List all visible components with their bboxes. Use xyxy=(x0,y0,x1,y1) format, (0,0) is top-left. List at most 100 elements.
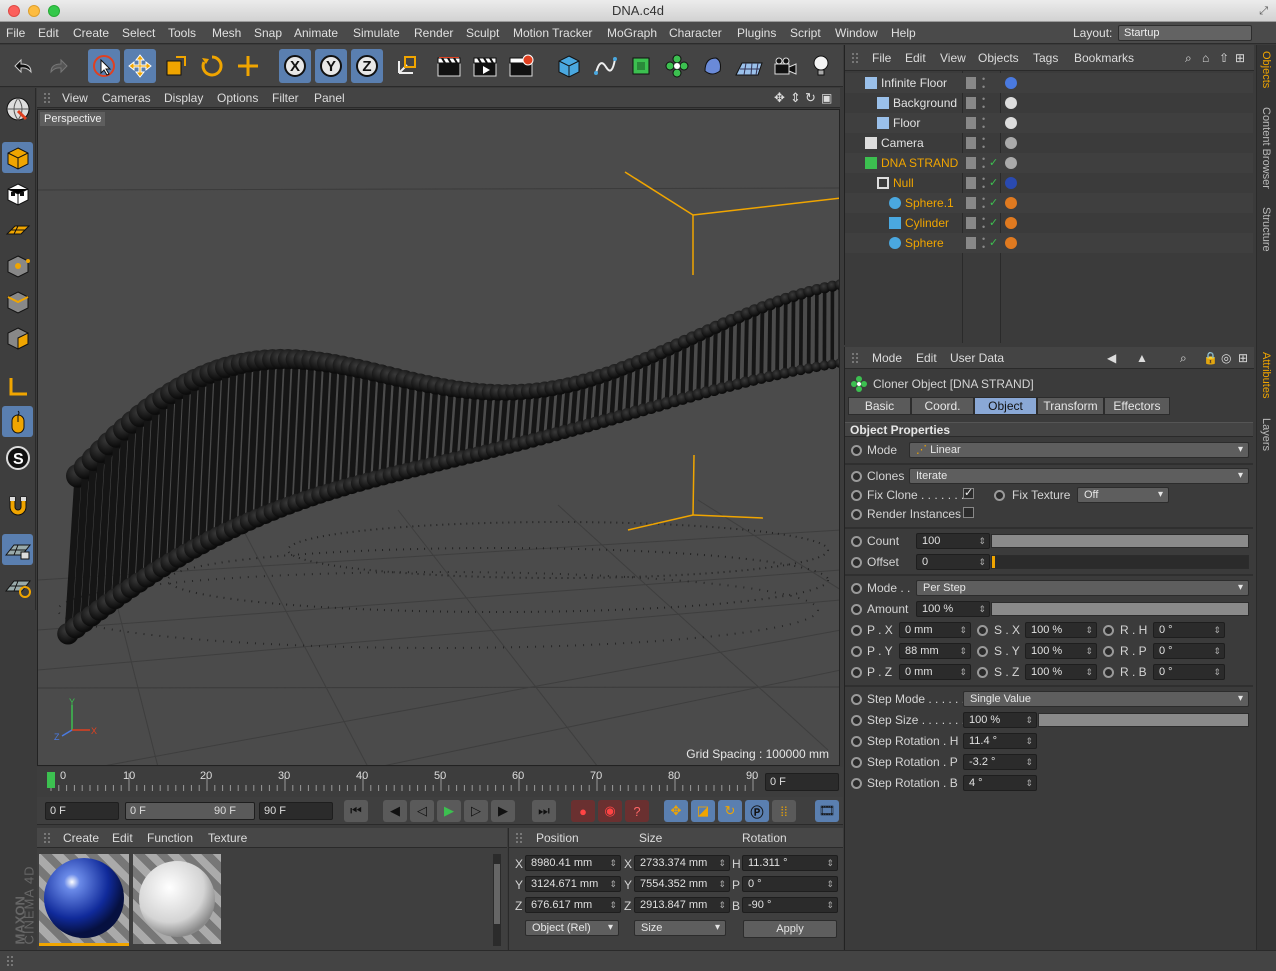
enabled-check-icon[interactable]: ✓ xyxy=(989,233,998,253)
pos-z-field[interactable]: 676.617 mm xyxy=(525,897,621,913)
attr-target-icon[interactable]: ◎ xyxy=(1221,347,1231,369)
amount-slider[interactable] xyxy=(991,602,1249,616)
close-window-button[interactable] xyxy=(8,5,20,17)
menu-motion-tracker[interactable]: Motion Tracker xyxy=(513,22,592,44)
menu-character[interactable]: Character xyxy=(669,22,722,44)
fix-clone-anim-radio[interactable] xyxy=(851,490,862,501)
rb-field[interactable]: 0 ° xyxy=(1153,664,1225,680)
om-menu-objects[interactable]: Objects xyxy=(978,45,1019,71)
object-row[interactable]: Cylinder • • ✓ xyxy=(845,213,1253,233)
amount-anim-radio[interactable] xyxy=(851,604,862,615)
step-rot-h-anim-radio[interactable] xyxy=(851,736,862,747)
attr-menu-userdata[interactable]: User Data xyxy=(950,347,1004,369)
tag-icon[interactable] xyxy=(1005,157,1017,169)
menu-snap[interactable]: Snap xyxy=(254,22,282,44)
viewport-move-icon[interactable]: ✥ xyxy=(774,88,785,108)
key-point-level-button[interactable]: ⁞⁞ xyxy=(772,800,796,822)
tag-icon[interactable] xyxy=(1005,97,1017,109)
visibility-dots-icon[interactable]: • • xyxy=(982,175,985,192)
tag-icon[interactable] xyxy=(1005,177,1017,189)
visibility-dots-icon[interactable]: • • xyxy=(982,155,985,172)
add-light-button[interactable] xyxy=(805,49,837,83)
tab-coord[interactable]: Coord. xyxy=(911,397,974,415)
key-position-button[interactable]: ✥ xyxy=(664,800,688,822)
step-rot-p-anim-radio[interactable] xyxy=(851,757,862,768)
key-parameter-button[interactable]: Ⓟ xyxy=(745,800,769,822)
side-tab-structure[interactable]: Structure xyxy=(1260,207,1272,252)
menu-mograph[interactable]: MoGraph xyxy=(607,22,657,44)
tab-basic[interactable]: Basic xyxy=(848,397,911,415)
panel-grip-icon[interactable] xyxy=(851,52,859,64)
panel-grip-icon[interactable] xyxy=(43,832,51,844)
sy-anim-radio[interactable] xyxy=(977,646,988,657)
panel-grip-icon[interactable] xyxy=(6,955,14,967)
visibility-dots-icon[interactable]: • • xyxy=(982,215,985,232)
rot-h-field[interactable]: 11.311 ° xyxy=(742,855,838,871)
panel-grip-icon[interactable] xyxy=(515,832,523,844)
sy-field[interactable]: 100 % xyxy=(1025,643,1097,659)
pz-anim-radio[interactable] xyxy=(851,667,862,678)
render-instances-checkbox[interactable] xyxy=(963,507,974,518)
previous-key-button[interactable]: ◀ xyxy=(383,800,407,822)
panel-grip-icon[interactable] xyxy=(43,92,51,104)
mode2-dropdown[interactable]: Per Step xyxy=(916,580,1249,596)
tag-icon[interactable] xyxy=(1005,77,1017,89)
start-frame-field[interactable]: 0 F xyxy=(45,802,119,820)
layer-swatch-icon[interactable] xyxy=(966,197,976,209)
step-rot-b-field[interactable]: 4 ° xyxy=(963,775,1037,791)
add-camera-button[interactable] xyxy=(769,49,801,83)
transform-tool[interactable] xyxy=(232,49,264,83)
enabled-check-icon[interactable]: ✓ xyxy=(989,173,998,193)
size-x-field[interactable]: 2733.374 mm xyxy=(634,855,730,871)
add-deformer-button[interactable] xyxy=(697,49,729,83)
object-row[interactable]: Background • • xyxy=(845,93,1253,113)
enabled-check-icon[interactable]: ✓ xyxy=(989,193,998,213)
render-instances-anim-radio[interactable] xyxy=(851,509,862,520)
attr-newpanel-icon[interactable]: ⊞ xyxy=(1238,347,1248,369)
material-swatch-white[interactable] xyxy=(133,854,221,944)
vp-menu-filter[interactable]: Filter xyxy=(272,88,299,108)
attr-lock-icon[interactable]: 🔒 xyxy=(1203,347,1218,369)
step-size-field[interactable]: 100 % xyxy=(963,712,1037,728)
tab-transform[interactable]: Transform xyxy=(1037,397,1104,415)
rp-field[interactable]: 0 ° xyxy=(1153,643,1225,659)
move-tool[interactable] xyxy=(124,49,156,83)
step-size-slider[interactable] xyxy=(1038,713,1249,727)
viewport-toggle-icon[interactable]: ▣ xyxy=(821,88,832,108)
py-field[interactable]: 88 mm xyxy=(899,643,971,659)
pz-field[interactable]: 0 mm xyxy=(899,664,971,680)
add-spline-button[interactable] xyxy=(589,49,621,83)
scale-tool[interactable] xyxy=(160,49,192,83)
size-mode-dropdown[interactable]: Size xyxy=(634,920,726,936)
rb-anim-radio[interactable] xyxy=(1103,667,1114,678)
tag-icon[interactable] xyxy=(1005,237,1017,249)
attr-menu-mode[interactable]: Mode xyxy=(872,347,902,369)
step-rot-p-field[interactable]: -3.2 ° xyxy=(963,754,1037,770)
menu-mesh[interactable]: Mesh xyxy=(212,22,241,44)
go-to-start-button[interactable]: ⏮ xyxy=(344,800,368,822)
apply-button[interactable]: Apply xyxy=(743,920,837,938)
previous-frame-button[interactable]: ◁ xyxy=(410,800,434,822)
attr-up-icon[interactable]: ▲ xyxy=(1136,347,1148,369)
coordinate-system-button[interactable] xyxy=(390,49,422,83)
layer-swatch-icon[interactable] xyxy=(966,137,976,149)
om-menu-bookmarks[interactable]: Bookmarks xyxy=(1074,45,1134,71)
size-y-field[interactable]: 7554.352 mm xyxy=(634,876,730,892)
offset-anim-radio[interactable] xyxy=(851,557,862,568)
enabled-check-icon[interactable]: ✓ xyxy=(989,213,998,233)
count-slider[interactable] xyxy=(991,534,1249,548)
layer-swatch-icon[interactable] xyxy=(966,177,976,189)
redo-button[interactable] xyxy=(43,49,75,83)
end-frame-field[interactable]: 90 F xyxy=(259,802,333,820)
layer-swatch-icon[interactable] xyxy=(966,117,976,129)
material-scrollbar[interactable] xyxy=(493,854,501,946)
layer-swatch-icon[interactable] xyxy=(966,157,976,169)
vp-menu-display[interactable]: Display xyxy=(164,88,203,108)
next-frame-button[interactable]: ▷ xyxy=(464,800,488,822)
vp-menu-options[interactable]: Options xyxy=(217,88,258,108)
amount-field[interactable]: 100 % xyxy=(916,601,990,617)
fix-clone-checkbox[interactable]: ✓ xyxy=(963,488,974,499)
current-frame-field[interactable]: 0 F xyxy=(765,773,839,791)
menu-script[interactable]: Script xyxy=(790,22,821,44)
layer-swatch-icon[interactable] xyxy=(966,97,976,109)
